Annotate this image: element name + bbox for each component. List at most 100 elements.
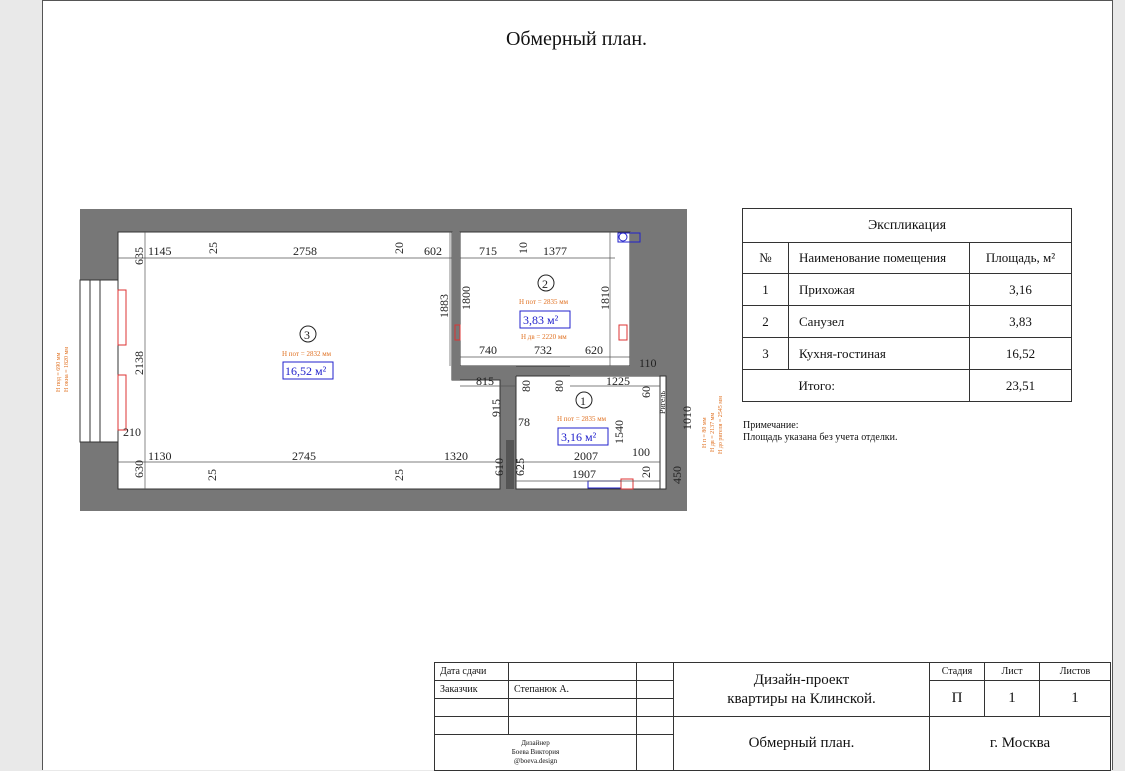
client-value: Степанюк А.: [508, 680, 637, 699]
sheet-value: 1: [984, 680, 1040, 717]
dim-815: 815: [476, 374, 494, 388]
total-row: Итого: 23,51: [742, 369, 1072, 402]
dim-450: 450: [670, 466, 684, 484]
row-area: 3,83: [969, 305, 1072, 338]
dim-1907: 1907: [572, 467, 596, 481]
riser-label: Ригель: [658, 391, 667, 414]
project-line-1: Дизайн-проект: [753, 671, 850, 688]
dim-1010: 1010: [680, 406, 694, 430]
dim-1883: 1883: [437, 294, 451, 318]
table-row: 3 Кухня-гостиная 16,52: [742, 337, 1072, 370]
dim-25a: 25: [206, 242, 220, 254]
dim-2007: 2007: [574, 449, 598, 463]
dim-635: 635: [132, 247, 146, 265]
room-2-area: 3,83 м²: [523, 313, 559, 327]
dim-1145: 1145: [148, 244, 172, 258]
row-name: Прихожая: [788, 273, 970, 306]
dim-1810: 1810: [598, 286, 612, 310]
right-note-3: H до ригеля = 2545 мм: [718, 396, 724, 454]
explication-title: Экспликация: [742, 208, 1072, 243]
blank-cell: [636, 662, 674, 681]
blank-cell: [636, 716, 674, 735]
dim-20b: 20: [639, 466, 653, 478]
dim-110: 110: [639, 356, 657, 370]
project-name: Дизайн-проект квартиры на Клинской.: [673, 662, 930, 717]
window-left: [79, 279, 119, 443]
date-value: [508, 662, 637, 681]
room-1-area: 3,16 м²: [561, 430, 597, 444]
total-label: Итого:: [788, 369, 970, 402]
dim-1320: 1320: [444, 449, 468, 463]
project-line-2: квартиры на Клинской.: [727, 690, 876, 707]
sheets-label: Листов: [1039, 662, 1111, 681]
blank-cell: [508, 698, 637, 717]
room-3-number: 3: [304, 328, 310, 342]
room-3-height: H пот = 2832 мм: [282, 350, 332, 358]
dim-80b: 80: [552, 380, 566, 392]
drawing-name: Обмерный план.: [673, 716, 930, 771]
dim-1130: 1130: [148, 449, 172, 463]
row-num: 1: [742, 273, 789, 306]
designer-title: Дизайнер: [521, 739, 550, 747]
room-2-height: H пот = 2835 мм: [519, 298, 569, 306]
stage-label: Стадия: [929, 662, 985, 681]
dim-1377: 1377: [543, 244, 567, 258]
dim-630: 630: [132, 460, 146, 478]
table-row: 2 Санузел 3,83: [742, 305, 1072, 338]
note-title: Примечание:: [743, 420, 799, 431]
date-label: Дата сдачи: [434, 662, 509, 681]
blank-cell: [636, 680, 674, 699]
room-3-area: 16,52 м²: [285, 364, 327, 378]
dim-2745: 2745: [292, 449, 316, 463]
row-num: 3: [742, 337, 789, 370]
designer-handle: @boeva.design: [513, 757, 558, 765]
row-name: Санузел: [788, 305, 970, 338]
table-row: 1 Прихожая 3,16: [742, 273, 1072, 306]
blank-cell: [434, 698, 509, 717]
room-1-number: 1: [580, 394, 586, 408]
title-block: Дата сдачи Дизайн-проект квартиры на Кли…: [434, 662, 1111, 771]
dim-1225: 1225: [606, 374, 630, 388]
sheets-value: 1: [1039, 680, 1111, 717]
dim-25b: 25: [205, 469, 219, 481]
dim-10: 10: [516, 242, 530, 254]
city: г. Москва: [929, 716, 1111, 771]
blank-cell: [508, 716, 637, 735]
room-1-height: H пот = 2835 мм: [557, 415, 607, 423]
dim-732: 732: [534, 343, 552, 357]
dim-60: 60: [639, 386, 653, 398]
explication-table: Экспликация № Наименование помещения Пло…: [742, 208, 1072, 402]
room-2-door: H дв = 2220 мм: [521, 333, 567, 341]
dim-915: 915: [489, 399, 503, 417]
total-empty: [742, 369, 789, 402]
row-area: 3,16: [969, 273, 1072, 306]
client-label: Заказчик: [434, 680, 509, 699]
dim-80a: 80: [519, 380, 533, 392]
dim-78: 78: [518, 415, 530, 429]
room-2-number: 2: [542, 277, 548, 291]
designer-name: Боева Виктория: [511, 748, 560, 756]
window-note-2: H окна = 1820 мм: [64, 347, 70, 392]
dim-740: 740: [479, 343, 497, 357]
blank-cell: [434, 716, 509, 735]
dim-100: 100: [632, 445, 650, 459]
header-name: Наименование помещения: [788, 242, 970, 274]
sheet-label: Лист: [984, 662, 1040, 681]
dim-2138: 2138: [132, 351, 146, 375]
dim-715: 715: [479, 244, 497, 258]
stage-value: П: [929, 680, 985, 717]
partition-wall-4: [630, 232, 687, 376]
dim-602: 602: [424, 244, 442, 258]
dim-25c: 25: [392, 469, 406, 481]
dim-620: 620: [585, 343, 603, 357]
row-name: Кухня-гостиная: [788, 337, 970, 370]
dim-610: 610: [492, 458, 506, 476]
dim-1540: 1540: [612, 420, 626, 444]
designer-block: Дизайнер Боева Виктория @boeva.design: [434, 734, 637, 771]
header-area: Площадь, м²: [969, 242, 1072, 274]
right-note-1: H п = 80 мм: [702, 417, 708, 448]
header-num: №: [742, 242, 789, 274]
dim-625: 625: [513, 458, 527, 476]
blank-cell: [636, 734, 674, 771]
dim-20a: 20: [392, 242, 406, 254]
